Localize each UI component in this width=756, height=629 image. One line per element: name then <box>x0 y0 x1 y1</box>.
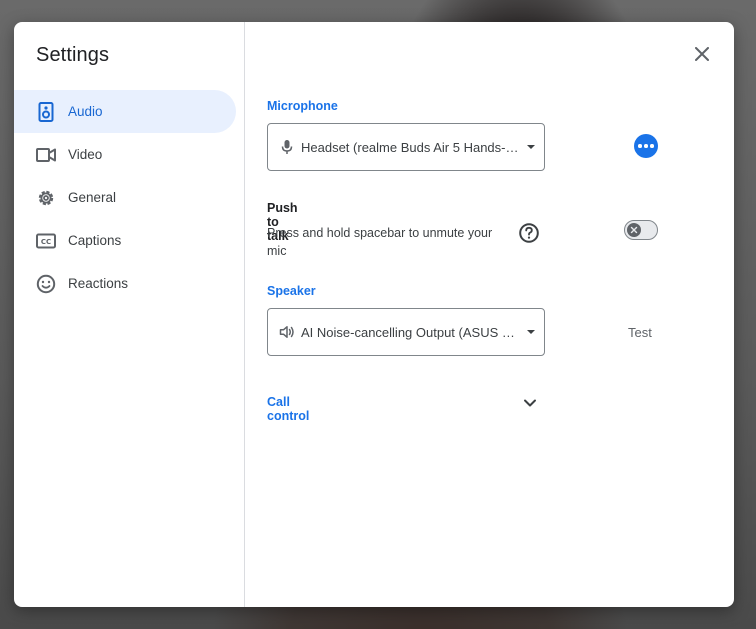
sidebar-item-label: Audio <box>68 104 103 119</box>
microphone-value: Headset (realme Buds Air 5 Hands-Free) <box>301 139 523 155</box>
sidebar-item-label: Reactions <box>68 276 129 291</box>
chevron-down-icon <box>527 330 535 334</box>
sidebar-item-general[interactable]: General <box>14 176 236 219</box>
volume-icon <box>278 323 296 341</box>
sidebar-item-label: General <box>68 190 117 205</box>
sidebar-item-reactions[interactable]: Reactions <box>14 262 236 305</box>
captions-icon: CC <box>36 231 56 251</box>
settings-dialog: Settings Audio Video General CC Captions… <box>14 22 734 607</box>
close-icon <box>630 226 638 233</box>
sidebar-item-audio[interactable]: Audio <box>14 90 236 133</box>
smiley-icon <box>36 274 56 294</box>
microphone-label: Microphone <box>267 99 338 113</box>
push-to-talk-description: Press and hold spacebar to unmute your m… <box>267 226 493 258</box>
video-camera-icon <box>36 145 56 165</box>
microphone-select[interactable]: Headset (realme Buds Air 5 Hands-Free) <box>267 123 545 171</box>
chevron-down-icon <box>527 145 535 149</box>
dialog-title: Settings <box>36 44 110 66</box>
sidebar-item-label: Video <box>68 147 103 162</box>
sidebar-item-video[interactable]: Video <box>14 133 236 176</box>
close-button[interactable] <box>688 40 716 68</box>
gear-icon <box>36 188 56 208</box>
settings-nav: Audio Video General CC Captions Reaction… <box>14 90 244 305</box>
speaker-value: AI Noise-cancelling Output (ASUS Utility… <box>301 324 523 340</box>
speaker-select[interactable]: AI Noise-cancelling Output (ASUS Utility… <box>267 308 545 356</box>
speaker-icon <box>36 101 56 122</box>
more-dot <box>650 144 654 148</box>
speaker-label: Speaker <box>267 284 316 298</box>
sidebar-item-label: Captions <box>68 233 122 248</box>
sidebar-item-captions[interactable]: CC Captions <box>14 219 236 262</box>
test-speaker-button[interactable]: Test <box>628 325 652 340</box>
svg-text:CC: CC <box>41 238 51 246</box>
microphone-icon <box>278 138 296 156</box>
more-dot <box>644 144 648 148</box>
call-control-toggle[interactable]: Call control <box>267 395 309 423</box>
more-dot <box>638 144 642 148</box>
settings-sidebar: Settings Audio Video General CC Captions… <box>14 22 245 607</box>
more-options-button[interactable] <box>634 134 658 158</box>
push-to-talk-toggle[interactable] <box>624 220 658 240</box>
help-icon[interactable] <box>518 222 540 244</box>
chevron-down-icon[interactable] <box>521 394 539 412</box>
toggle-knob <box>627 222 641 237</box>
close-icon <box>695 47 709 61</box>
